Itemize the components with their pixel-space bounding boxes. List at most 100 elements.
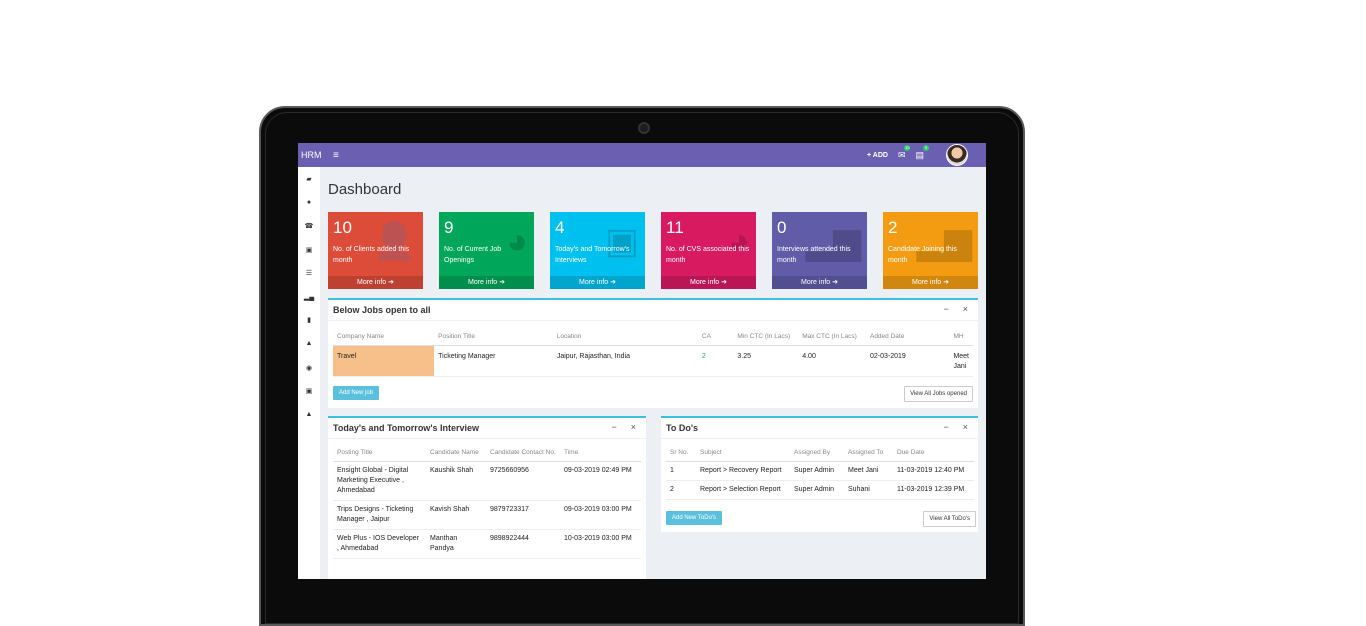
contact-cell: 9879723317 — [486, 500, 560, 530]
folder-icon[interactable]: ▰ — [298, 167, 320, 191]
jobs-panel: Below Jobs open to all − × Company Name … — [328, 298, 978, 408]
candidate-name-cell: Kaushik Shah — [426, 461, 486, 501]
stat-label: Interviews attended this month — [777, 246, 851, 264]
file-icon[interactable]: ▮ — [298, 309, 320, 333]
subject-cell: Report > Recovery Report — [696, 461, 790, 481]
more-info-link[interactable]: More info ➜ — [550, 276, 645, 289]
graduation-icon[interactable]: ▲ — [298, 332, 320, 356]
minimize-icon[interactable]: − — [611, 422, 616, 432]
contact-cell: 9725660956 — [486, 461, 560, 501]
col-header: Due Date — [893, 446, 974, 462]
close-icon[interactable]: × — [963, 304, 968, 314]
stat-value: 10 — [333, 218, 352, 237]
todo-table: Sr No. Subject Assigned By Assigned To D… — [666, 446, 974, 500]
table-header-row: Sr No. Subject Assigned By Assigned To D… — [666, 446, 974, 462]
table-row[interactable]: 1 Report > Recovery Report Super Admin M… — [666, 461, 974, 481]
table-row[interactable]: 2 Report > Selection Report Super Admin … — [666, 480, 974, 500]
page-title: Dashboard — [328, 181, 402, 198]
subject-cell: Report > Selection Report — [696, 480, 790, 500]
col-header: Candidate Name — [426, 446, 486, 462]
list-icon[interactable]: ☰ — [298, 261, 320, 285]
todo-panel: To Do's − × Sr No. Subject Assigned By A… — [661, 416, 978, 532]
minimize-icon[interactable]: − — [943, 304, 948, 314]
add-new-todo-button[interactable]: Add New ToDo's — [666, 511, 723, 525]
tasks-icon[interactable]: ▤ 9 — [915, 144, 929, 161]
contact-cell: 9898922444 — [486, 529, 560, 559]
user-avatar[interactable] — [946, 144, 968, 166]
stat-label: Today's and Tomorrow's Interviews — [555, 246, 630, 264]
add-button[interactable]: + ADD — [867, 152, 888, 159]
col-header: CA — [697, 330, 734, 346]
menu-toggle-icon[interactable]: ≡ — [333, 150, 339, 161]
stat-label: No. of Clients added this month — [333, 246, 410, 264]
main-content: Dashboard 👤 10 No. of Clients added this… — [320, 167, 986, 579]
minimize-icon[interactable]: − — [943, 422, 948, 432]
table-header-row: Company Name Position Title Location CA … — [333, 330, 973, 346]
stat-value: 9 — [444, 218, 454, 237]
table-row[interactable]: Travel Ticketing Manager Jaipur, Rajasth… — [333, 345, 973, 377]
mail-badge: 10 — [904, 144, 911, 151]
col-header: Company Name — [333, 330, 435, 346]
panel-title: Today's and Tomorrow's Interview — [328, 418, 646, 439]
stat-value: 0 — [777, 218, 787, 237]
mail-icon[interactable]: ✉ 10 — [898, 144, 911, 161]
table-row[interactable]: Trips Designs - Ticketing Manager , Jaip… — [333, 500, 641, 530]
col-header: MH — [949, 330, 973, 346]
money-icon[interactable]: ▣ — [298, 238, 320, 262]
panel-title: Below Jobs open to all — [328, 300, 978, 321]
interview-table: Posting Title Candidate Name Candidate C… — [333, 446, 641, 559]
mh-cell: Meet Jani — [949, 345, 973, 377]
lock-icon[interactable]: ▲ — [298, 403, 320, 427]
table-row[interactable]: Web Plus - IOS Developer , Ahmedabad Man… — [333, 529, 641, 559]
assigned-by-cell: Super Admin — [790, 480, 844, 500]
col-header: Max CTC (In Lacs) — [798, 330, 866, 346]
ca-link[interactable]: 2 — [697, 345, 734, 377]
eye-icon[interactable]: ◉ — [298, 356, 320, 380]
more-info-link[interactable]: More info ➜ — [772, 276, 867, 289]
col-header: Assigned To — [844, 446, 893, 462]
stat-box-clients: 👤 10 No. of Clients added this month Mor… — [328, 212, 423, 289]
chart-icon[interactable]: ▂▄ — [298, 285, 320, 309]
stat-box-attended: ▂▆ 0 Interviews attended this month More… — [772, 212, 867, 289]
col-header: Assigned By — [790, 446, 844, 462]
location-cell: Jaipur, Rajasthan, India — [552, 345, 698, 377]
stat-label: No. of CVS associated this month — [666, 246, 750, 264]
interview-panel: Today's and Tomorrow's Interview − × Pos… — [328, 416, 646, 579]
add-new-job-button[interactable]: Add New job — [333, 386, 380, 400]
more-info-link[interactable]: More info ➜ — [328, 276, 423, 289]
view-all-jobs-button[interactable]: View All Jobs opened — [904, 386, 973, 402]
brand-logo[interactable]: HRM — [298, 150, 325, 160]
top-navbar: HRM ≡ + ADD ✉ 10 ▤ 9 — [298, 143, 986, 167]
stat-label: Candidate Joining this month — [888, 246, 957, 264]
stat-label: No. of Current Job Openings — [444, 246, 502, 264]
money-icon[interactable]: ▣ — [298, 379, 320, 403]
col-header: Sr No. — [666, 446, 696, 462]
time-cell: 10-03-2019 03:00 PM — [560, 529, 641, 559]
table-row[interactable]: Ensight Global - Digital Marketing Execu… — [333, 461, 641, 501]
sr-cell: 1 — [666, 461, 696, 481]
due-date-cell: 11-03-2019 12:40 PM — [893, 461, 974, 481]
more-info-link[interactable]: More info ➜ — [661, 276, 756, 289]
posting-title-cell: Ensight Global - Digital Marketing Execu… — [333, 461, 426, 501]
phone-icon[interactable]: ☎ — [298, 214, 320, 238]
col-header: Subject — [696, 446, 790, 462]
stat-value: 11 — [666, 218, 684, 237]
more-info-link[interactable]: More info ➜ — [439, 276, 534, 289]
table-header-row: Posting Title Candidate Name Candidate C… — [333, 446, 641, 462]
sr-cell: 2 — [666, 480, 696, 500]
stat-box-interviews: ▣ 4 Today's and Tomorrow's Interviews Mo… — [550, 212, 645, 289]
min-ctc-cell: 3.25 — [733, 345, 799, 377]
app-screen: HRM ≡ + ADD ✉ 10 ▤ 9 ▰ ● ☎ ▣ ☰ ▂▄ ▮ ▲ ◉ ▣ … — [298, 143, 986, 579]
view-all-todos-button[interactable]: View All ToDo's — [923, 511, 976, 527]
candidate-name-cell: Kavish Shah — [426, 500, 486, 530]
panel-title: To Do's — [661, 418, 978, 439]
user-icon[interactable]: ● — [298, 191, 320, 215]
col-header: Min CTC (In Lacs) — [733, 330, 799, 346]
posting-title-cell: Web Plus - IOS Developer , Ahmedabad — [333, 529, 426, 559]
close-icon[interactable]: × — [631, 422, 636, 432]
more-info-link[interactable]: More info ➜ — [883, 276, 978, 289]
position-cell: Ticketing Manager — [434, 345, 553, 377]
company-cell: Travel — [333, 345, 435, 377]
close-icon[interactable]: × — [963, 422, 968, 432]
col-header: Added Date — [865, 330, 950, 346]
